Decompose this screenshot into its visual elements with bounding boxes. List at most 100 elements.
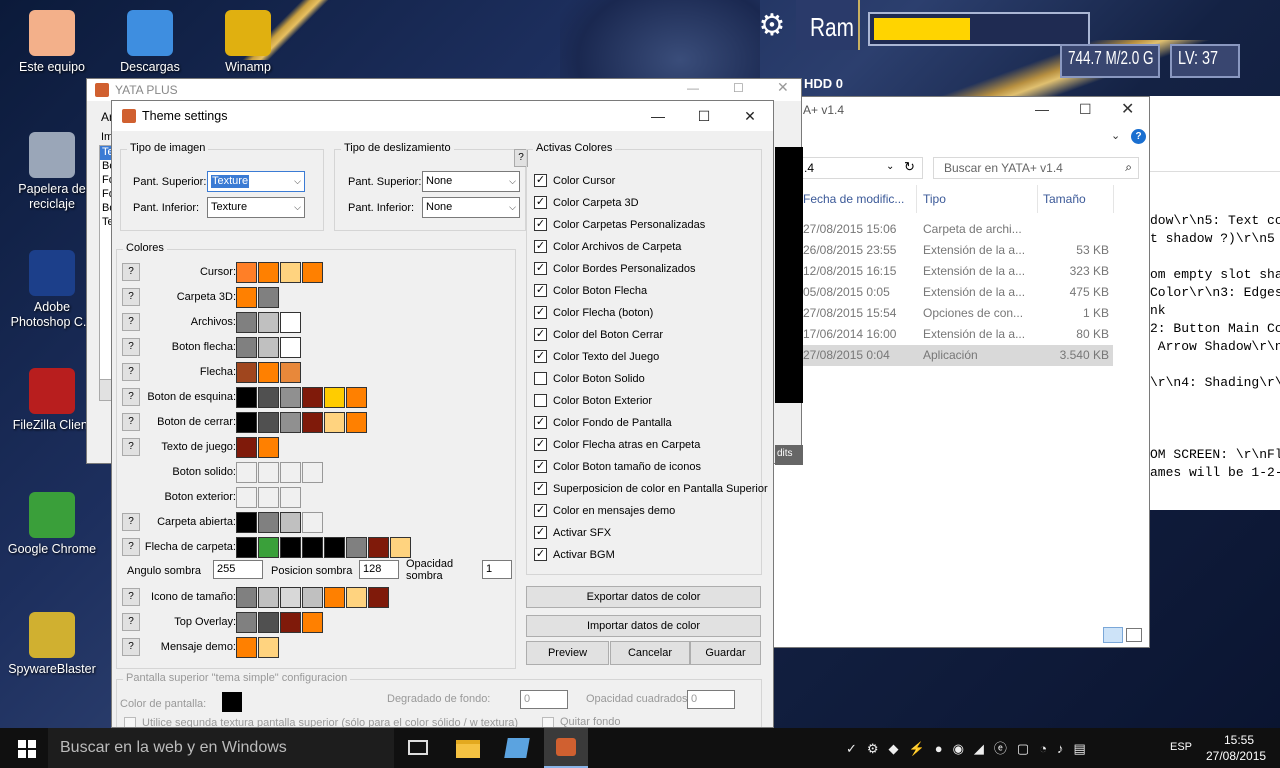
minimize-button[interactable]: — xyxy=(687,81,699,95)
file-row[interactable]: 27/08/2015 15:06 Carpeta de archi... xyxy=(801,219,1113,240)
color-swatch[interactable] xyxy=(368,537,389,558)
color-swatch[interactable] xyxy=(324,537,345,558)
color-swatch[interactable] xyxy=(302,412,323,433)
color-swatch[interactable] xyxy=(302,462,323,483)
preview-button[interactable]: Preview xyxy=(526,641,609,665)
address-bar[interactable]: .4 ⌄ ↻ xyxy=(799,157,923,179)
color-checkbox[interactable]: ✓ Color del Boton Cerrar xyxy=(534,328,663,341)
color-swatch[interactable] xyxy=(236,362,257,383)
help-button[interactable]: ? xyxy=(122,313,140,331)
color-checkbox[interactable]: Color Boton Solido xyxy=(534,372,645,385)
column-header-size[interactable]: Tamaño xyxy=(1043,192,1086,206)
color-swatch[interactable] xyxy=(346,412,367,433)
help-button[interactable]: ? xyxy=(122,538,140,556)
color-swatch[interactable] xyxy=(258,262,279,283)
deslizamiento-inferior-select[interactable]: None ⌵ xyxy=(422,197,520,218)
search-input[interactable]: Buscar en YATA+ v1.4 ⌕ xyxy=(933,157,1139,179)
close-button[interactable]: ✕ xyxy=(777,79,789,96)
export-button[interactable]: Exportar datos de color xyxy=(526,586,761,608)
color-checkbox[interactable]: ✓ Color Cursor xyxy=(534,174,615,187)
color-checkbox[interactable]: ✓ Activar SFX xyxy=(534,526,611,539)
help-button[interactable]: ? xyxy=(122,413,140,431)
cancel-button[interactable]: Cancelar xyxy=(610,641,690,665)
color-swatch[interactable] xyxy=(324,587,345,608)
details-view-icon[interactable] xyxy=(1103,627,1123,643)
color-swatch[interactable] xyxy=(236,537,257,558)
deslizamiento-superior-select[interactable]: None ⌵ xyxy=(422,171,520,192)
color-swatch[interactable] xyxy=(258,437,279,458)
color-checkbox[interactable]: ✓ Color Archivos de Carpeta xyxy=(534,240,681,253)
color-checkbox[interactable]: ✓ Color Carpeta 3D xyxy=(534,196,639,209)
color-swatch[interactable] xyxy=(324,387,345,408)
angulo-sombra-input[interactable]: 255 xyxy=(213,560,263,579)
color-swatch[interactable] xyxy=(302,537,323,558)
windows-start-icon[interactable] xyxy=(18,740,36,758)
minimize-button[interactable]: — xyxy=(635,101,681,131)
desktop-icon[interactable]: Descargas xyxy=(104,10,196,75)
task-view-icon[interactable] xyxy=(408,740,428,755)
language-indicator[interactable]: ESP xyxy=(1170,741,1192,753)
color-swatch[interactable] xyxy=(236,412,257,433)
color-swatch[interactable] xyxy=(236,287,257,308)
color-checkbox[interactable]: ✓ Color Boton Flecha xyxy=(534,284,647,297)
color-swatch[interactable] xyxy=(258,537,279,558)
color-swatch[interactable] xyxy=(258,487,279,508)
color-swatch[interactable] xyxy=(368,587,389,608)
color-checkbox[interactable]: ✓ Superposicion de color en Pantalla Supe… xyxy=(534,482,768,495)
desktop-icon[interactable]: FileZilla Client xyxy=(6,368,98,433)
color-swatch[interactable] xyxy=(258,462,279,483)
refresh-icon[interactable]: ↻ xyxy=(904,159,915,175)
color-checkbox[interactable]: Color Boton Exterior xyxy=(534,394,652,407)
help-button[interactable]: ? xyxy=(122,288,140,306)
color-checkbox[interactable]: ✓ Color Carpetas Personalizadas xyxy=(534,218,705,231)
desktop-icon[interactable]: Winamp xyxy=(202,10,294,75)
desktop-icon[interactable]: Google Chrome xyxy=(6,492,98,557)
tipo-imagen-superior-select[interactable]: Texture ⌵ xyxy=(207,171,305,192)
color-swatch[interactable] xyxy=(346,387,367,408)
desktop-icon[interactable]: Este equipo xyxy=(6,10,98,75)
help-button[interactable]: ? xyxy=(122,438,140,456)
search-icon[interactable]: ⌕ xyxy=(1125,160,1132,175)
color-swatch[interactable] xyxy=(236,312,257,333)
desktop-icon[interactable]: Papelera de reciclaje xyxy=(6,132,98,212)
color-swatch[interactable] xyxy=(280,612,301,633)
color-checkbox[interactable]: ✓ Color Flecha atras en Carpeta xyxy=(534,438,700,451)
color-swatch[interactable] xyxy=(236,512,257,533)
color-swatch[interactable] xyxy=(280,387,301,408)
color-checkbox[interactable]: ✓ Color Boton tamaño de iconos xyxy=(534,460,701,473)
color-swatch[interactable] xyxy=(280,587,301,608)
save-button[interactable]: Guardar xyxy=(690,641,761,665)
color-swatch[interactable] xyxy=(280,312,301,333)
color-swatch[interactable] xyxy=(280,462,301,483)
help-button[interactable]: ? xyxy=(122,613,140,631)
yata-taskbar-button[interactable] xyxy=(544,728,588,768)
maximize-button[interactable]: ☐ xyxy=(1079,101,1092,118)
file-row[interactable]: 17/06/2014 16:00 Extensión de la a... 80 K… xyxy=(801,324,1113,345)
degradado-input[interactable]: 0 xyxy=(520,690,568,709)
close-button[interactable]: ✕ xyxy=(727,101,773,131)
opacidad-cuadrados-input[interactable]: 0 xyxy=(687,690,735,709)
color-checkbox[interactable]: ✓ Color Texto del Juego xyxy=(534,350,659,363)
tipo-imagen-inferior-select[interactable]: Texture ⌵ xyxy=(207,197,305,218)
color-swatch[interactable] xyxy=(302,587,323,608)
file-row[interactable]: 26/08/2015 23:55 Extensión de la a... 53 K… xyxy=(801,240,1113,261)
color-checkbox[interactable]: ✓ Color en mensajes demo xyxy=(534,504,675,517)
file-row[interactable]: 27/08/2015 0:04 Aplicación 3.540 KB xyxy=(801,345,1113,366)
color-swatch[interactable] xyxy=(258,362,279,383)
color-swatch[interactable] xyxy=(236,387,257,408)
color-swatch[interactable] xyxy=(236,462,257,483)
color-swatch[interactable] xyxy=(324,412,345,433)
file-row[interactable]: 05/08/2015 0:05 Extensión de la a... 475 K… xyxy=(801,282,1113,303)
help-button[interactable]: ? xyxy=(122,338,140,356)
file-row[interactable]: 12/08/2015 16:15 Extensión de la a... 323 … xyxy=(801,261,1113,282)
maximize-button[interactable]: ☐ xyxy=(681,101,727,131)
desktop-icon[interactable]: SpywareBlaster xyxy=(6,612,98,677)
help-button[interactable]: ? xyxy=(122,638,140,656)
color-swatch[interactable] xyxy=(236,612,257,633)
quitar-fondo-checkbox[interactable] xyxy=(542,717,554,727)
column-header-date[interactable]: Fecha de modific... xyxy=(803,192,904,206)
clock-date[interactable]: 27/08/2015 xyxy=(1206,749,1266,763)
color-pantalla-swatch[interactable] xyxy=(222,692,242,712)
desktop-icon[interactable]: Adobe Photoshop C... xyxy=(6,250,98,330)
color-swatch[interactable] xyxy=(258,412,279,433)
